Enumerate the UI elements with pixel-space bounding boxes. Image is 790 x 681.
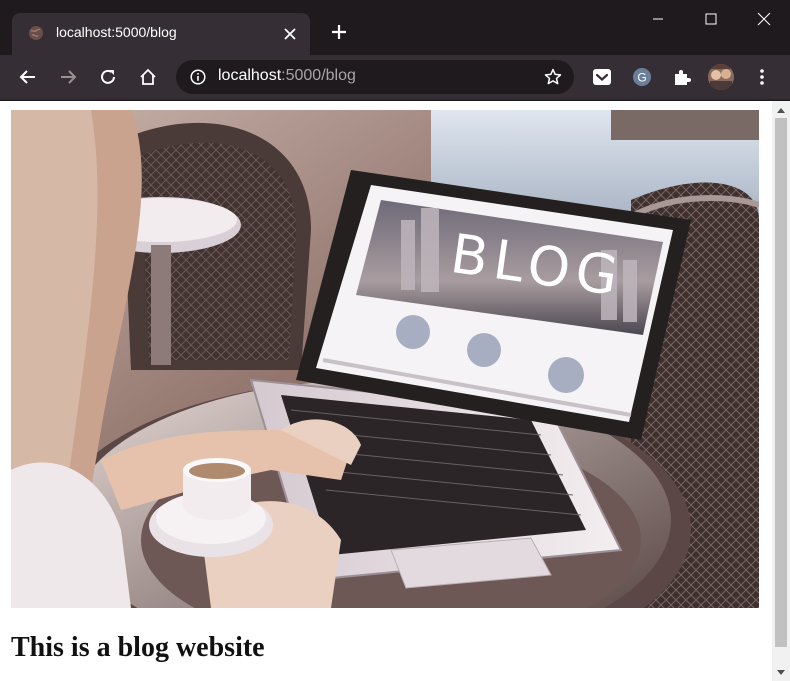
menu-dots-icon[interactable] — [747, 62, 777, 92]
page-title: This is a blog website — [11, 632, 265, 663]
url-path: :5000/blog — [281, 67, 356, 84]
page-content: BLOG This is a blog website — [0, 101, 772, 681]
tab-localhost-blog[interactable]: localhost:5000/blog — [12, 13, 310, 55]
tab-close-icon[interactable] — [280, 24, 300, 44]
vertical-scrollbar[interactable] — [772, 101, 790, 681]
site-info-icon[interactable] — [190, 69, 206, 85]
browser-toolbar: localhost:5000/blog G — [0, 55, 790, 100]
page-viewport: BLOG This is a blog website — [0, 101, 790, 681]
reload-icon[interactable] — [93, 62, 123, 92]
star-icon[interactable] — [544, 68, 562, 86]
globe-icon — [28, 25, 44, 41]
extension-g-icon[interactable]: G — [627, 62, 657, 92]
back-arrow-icon[interactable] — [13, 62, 43, 92]
scroll-down-arrow-icon[interactable] — [772, 664, 790, 681]
extension-pocket-icon[interactable] — [587, 62, 617, 92]
svg-text:G: G — [637, 71, 646, 85]
hero-image-blog-laptop: BLOG — [11, 110, 759, 608]
home-icon[interactable] — [133, 62, 163, 92]
profile-avatar[interactable] — [706, 62, 736, 92]
scroll-up-arrow-icon[interactable] — [772, 101, 790, 118]
maximize-icon[interactable] — [684, 0, 737, 38]
address-bar[interactable]: localhost:5000/blog — [176, 60, 574, 94]
new-tab-plus-icon[interactable] — [326, 19, 352, 45]
tab-strip: localhost:5000/blog — [0, 0, 790, 55]
close-window-icon[interactable] — [737, 0, 790, 38]
tab-title: localhost:5000/blog — [56, 24, 177, 40]
puzzle-icon[interactable] — [667, 62, 697, 92]
minimize-icon[interactable] — [631, 0, 684, 38]
scrollbar-thumb[interactable] — [775, 118, 787, 647]
forward-arrow-icon[interactable] — [53, 62, 83, 92]
url-text: localhost:5000/blog — [218, 67, 356, 85]
window-controls — [631, 0, 790, 38]
url-host: localhost — [218, 67, 282, 84]
